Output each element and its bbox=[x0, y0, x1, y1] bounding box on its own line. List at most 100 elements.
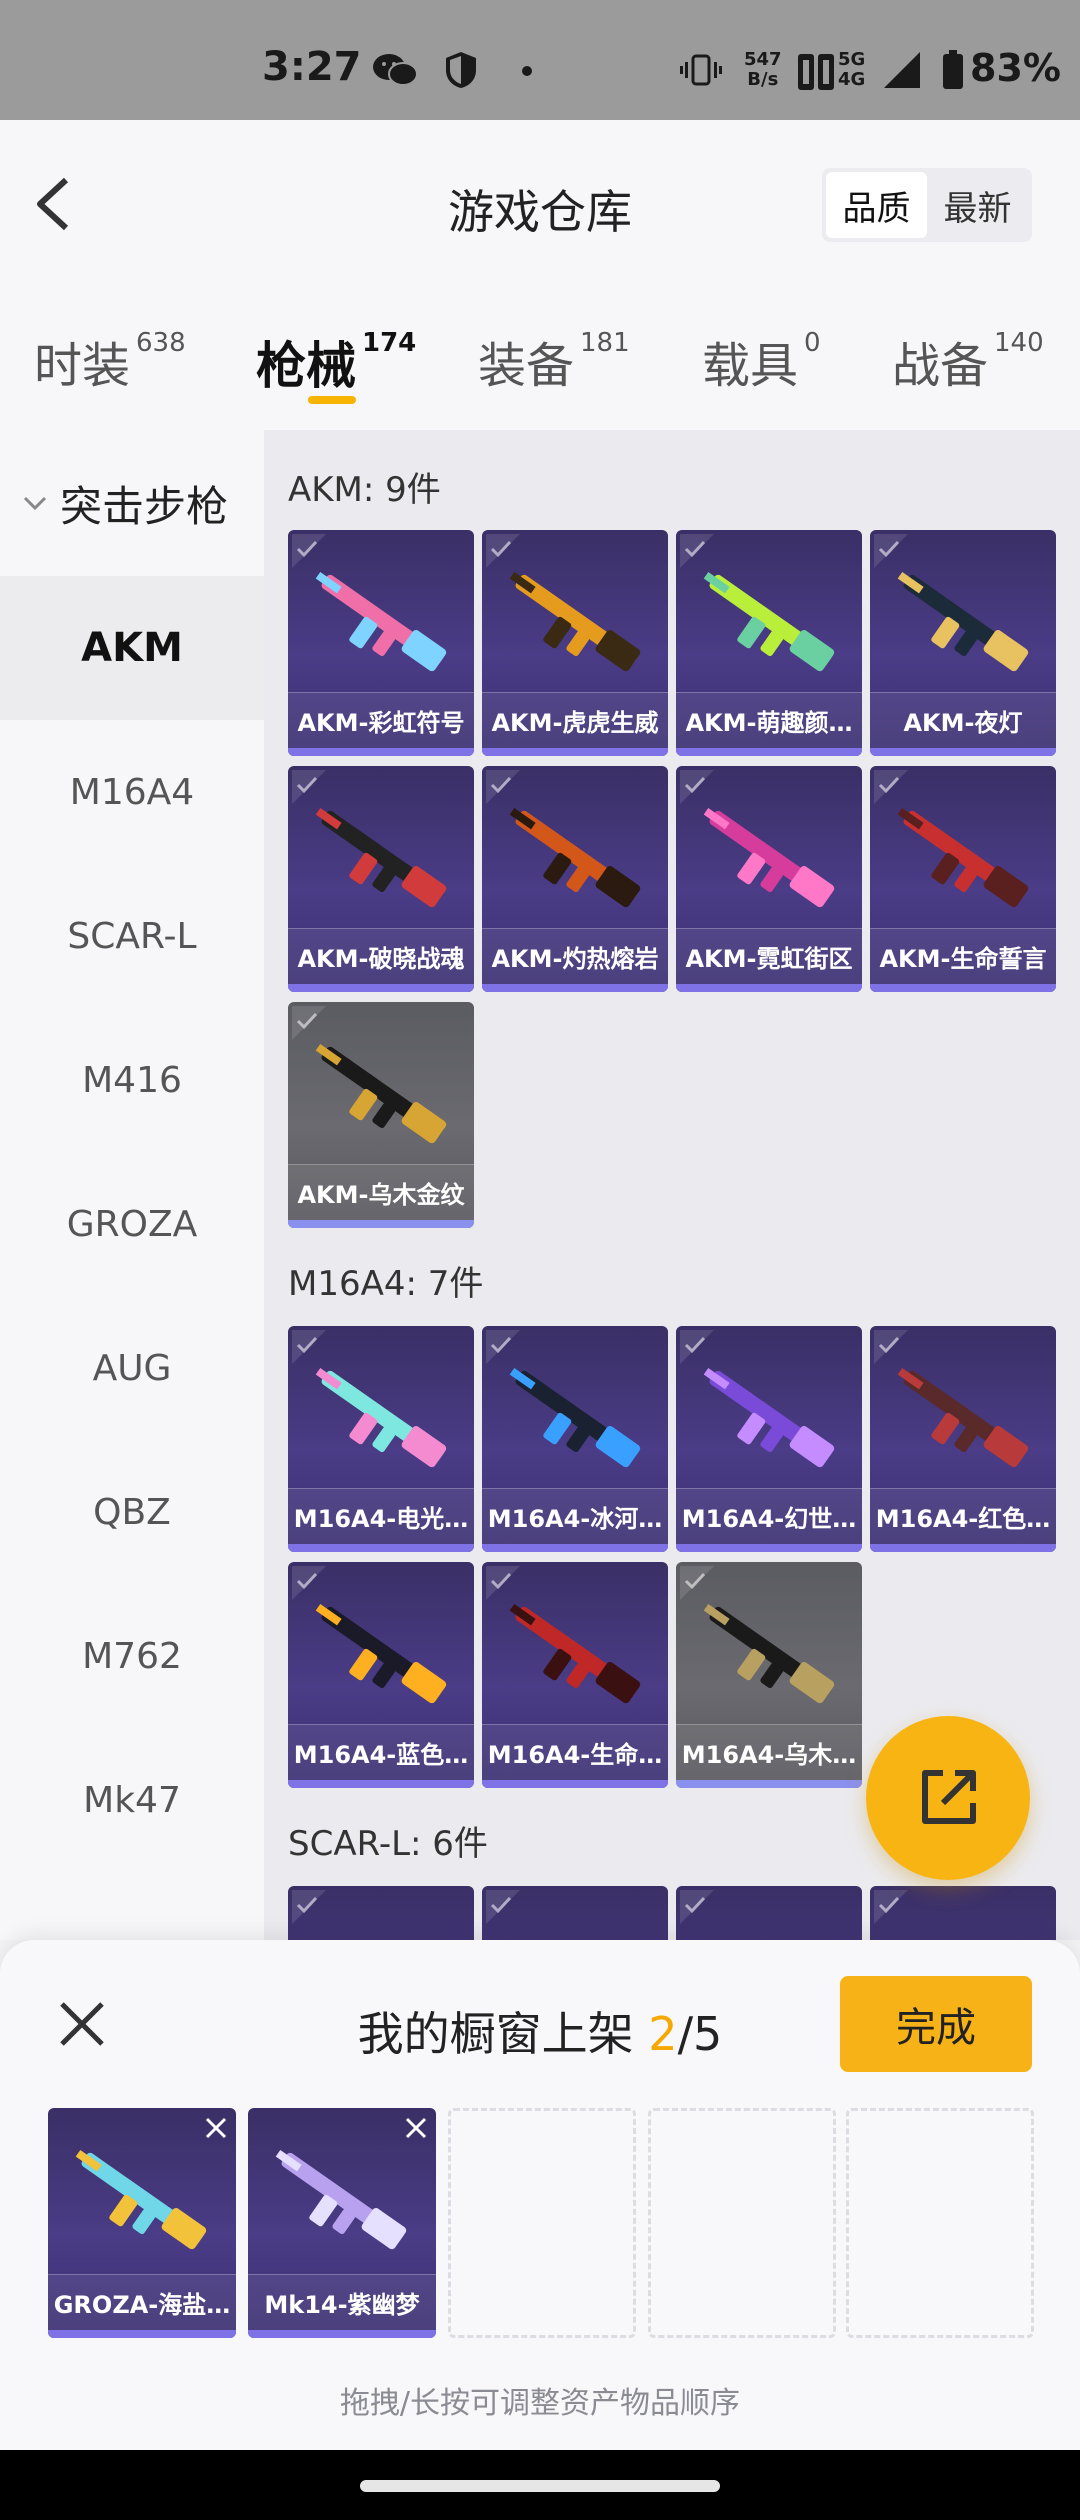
net-speed-value: 547 bbox=[744, 49, 782, 70]
skin-card[interactable]: M16A4-红色… bbox=[870, 1326, 1056, 1552]
skin-card[interactable] bbox=[288, 1886, 474, 1940]
select-check-icon[interactable] bbox=[292, 1890, 326, 1924]
sidebar-item-m16a4[interactable]: M16A4 bbox=[0, 720, 264, 864]
skin-card[interactable]: M16A4-冰河… bbox=[482, 1326, 668, 1552]
skin-name: AKM-生命誓言 bbox=[870, 928, 1056, 984]
hd-icon bbox=[798, 54, 834, 90]
gun-image bbox=[315, 571, 447, 672]
notification-dot bbox=[522, 66, 532, 76]
skin-card[interactable]: AKM-夜灯 bbox=[870, 530, 1056, 756]
network-top: 5G bbox=[838, 49, 866, 70]
skin-card[interactable]: AKM-虎虎生威 bbox=[482, 530, 668, 756]
showcase-title-text: 我的橱窗上架 bbox=[357, 2007, 634, 2061]
skin-card[interactable]: AKM-霓虹街区 bbox=[676, 766, 862, 992]
tab-count: 181 bbox=[580, 328, 630, 358]
skin-name: AKM-虎虎生威 bbox=[482, 692, 668, 748]
share-button[interactable] bbox=[866, 1716, 1030, 1880]
skin-card[interactable]: AKM-灼热熔岩 bbox=[482, 766, 668, 992]
section-title-m16a4: M16A4: 7件 bbox=[288, 1264, 484, 1304]
skin-card[interactable] bbox=[482, 1886, 668, 1940]
showcase-slot-name: GROZA-海盐… bbox=[48, 2274, 236, 2330]
network-bottom: 4G bbox=[838, 69, 866, 90]
gun-image bbox=[509, 1603, 641, 1704]
tab-label: 装备 bbox=[478, 338, 575, 394]
system-nav-bar bbox=[0, 2450, 1080, 2520]
skin-name: M16A4-冰河… bbox=[482, 1488, 668, 1544]
skin-card[interactable]: M16A4-乌木… bbox=[676, 1562, 862, 1788]
tab-guns[interactable]: 枪械 174 bbox=[256, 326, 416, 398]
gun-image bbox=[509, 571, 641, 672]
skin-card[interactable]: AKM-乌木金纹 bbox=[288, 1002, 474, 1228]
sidebar-group-label: 突击步枪 bbox=[60, 481, 229, 531]
showcase-slot-empty[interactable] bbox=[448, 2108, 636, 2338]
net-speed: 547 B/s bbox=[744, 50, 782, 90]
select-check-icon[interactable] bbox=[874, 1890, 908, 1924]
skin-name: M16A4-蓝色… bbox=[288, 1724, 474, 1780]
sidebar-item-scar-l[interactable]: SCAR-L bbox=[0, 864, 264, 1008]
showcase-slot-filled[interactable]: GROZA-海盐… bbox=[48, 2108, 236, 2338]
skin-name: AKM-夜灯 bbox=[870, 692, 1056, 748]
sort-toggle: 品质 最新 bbox=[822, 168, 1032, 242]
skin-card[interactable]: AKM-破晓战魂 bbox=[288, 766, 474, 992]
gun-image bbox=[703, 1603, 835, 1704]
gun-image bbox=[703, 807, 835, 908]
showcase-current-count: 2 bbox=[648, 2007, 678, 2061]
skin-card[interactable]: M16A4-蓝色… bbox=[288, 1562, 474, 1788]
tab-equipment[interactable]: 装备 181 bbox=[478, 326, 630, 396]
skin-card[interactable]: M16A4-幻世… bbox=[676, 1326, 862, 1552]
tab-label: 战备 bbox=[892, 338, 989, 394]
done-button[interactable]: 完成 bbox=[840, 1976, 1032, 2072]
skin-card[interactable]: AKM-生命誓言 bbox=[870, 766, 1056, 992]
gun-image bbox=[897, 1367, 1029, 1468]
skin-card[interactable]: AKM-彩虹符号 bbox=[288, 530, 474, 756]
sort-newest-button[interactable]: 最新 bbox=[927, 172, 1028, 238]
home-indicator[interactable] bbox=[360, 2480, 720, 2492]
gun-image bbox=[897, 571, 1029, 672]
showcase-slot-empty[interactable] bbox=[846, 2108, 1034, 2338]
gun-image bbox=[509, 807, 641, 908]
skin-card[interactable]: AKM-萌趣颜… bbox=[676, 530, 862, 756]
sidebar-group-assault-rifles[interactable]: 突击步枪 bbox=[0, 430, 264, 576]
tab-vehicles[interactable]: 载具 0 bbox=[702, 326, 821, 396]
sidebar-item-aug[interactable]: AUG bbox=[0, 1296, 264, 1440]
skin-card[interactable] bbox=[870, 1886, 1056, 1940]
skin-card[interactable]: M16A4-生命… bbox=[482, 1562, 668, 1788]
header: 游戏仓库 品质 最新 bbox=[0, 120, 1080, 290]
skin-name: AKM-霓虹街区 bbox=[676, 928, 862, 984]
skin-card[interactable] bbox=[676, 1886, 862, 1940]
section-title-scar-l: SCAR-L: 6件 bbox=[288, 1824, 488, 1864]
skin-name: M16A4-乌木… bbox=[676, 1724, 862, 1780]
sidebar-item-m416[interactable]: M416 bbox=[0, 1008, 264, 1152]
sidebar-item-groza[interactable]: GROZA bbox=[0, 1152, 264, 1296]
section-title-akm: AKM: 9件 bbox=[288, 470, 441, 510]
gun-image bbox=[315, 1043, 447, 1144]
sort-quality-button[interactable]: 品质 bbox=[826, 172, 927, 238]
gun-image bbox=[75, 2149, 207, 2250]
showcase-slot-empty[interactable] bbox=[648, 2108, 836, 2338]
network-type: 5G 4G bbox=[838, 50, 865, 90]
status-bar: 3:27 547 B/s 5G 4G 83% bbox=[0, 0, 1080, 120]
sidebar-item-m762[interactable]: M762 bbox=[0, 1584, 264, 1728]
gun-image bbox=[703, 1367, 835, 1468]
tab-count: 140 bbox=[994, 328, 1044, 358]
gun-image bbox=[315, 1367, 447, 1468]
showcase-total-count: /5 bbox=[677, 2007, 723, 2061]
remove-icon[interactable] bbox=[404, 2116, 428, 2140]
wechat-icon bbox=[373, 54, 418, 86]
showcase-slot-filled[interactable]: Mk14-紫幽梦 bbox=[248, 2108, 436, 2338]
tab-count: 0 bbox=[804, 328, 821, 358]
skin-card[interactable]: M16A4-电光… bbox=[288, 1326, 474, 1552]
reorder-hint: 拖拽/长按可调整资产物品顺序 bbox=[339, 2386, 741, 2421]
select-check-icon[interactable] bbox=[680, 1890, 714, 1924]
sidebar-item-qbz[interactable]: QBZ bbox=[0, 1440, 264, 1584]
sidebar-item-mk47[interactable]: Mk47 bbox=[0, 1728, 264, 1872]
tab-count: 174 bbox=[362, 328, 417, 358]
tab-fashion[interactable]: 时装 638 bbox=[34, 326, 186, 396]
shield-icon bbox=[446, 52, 476, 88]
tab-supplies[interactable]: 战备 140 bbox=[892, 326, 1044, 396]
select-check-icon[interactable] bbox=[486, 1890, 520, 1924]
showcase-sheet: 我的橱窗上架 2/5 完成 GROZA-海盐… Mk14-紫幽梦 拖拽/长按可调整… bbox=[0, 1940, 1080, 2450]
skin-name: AKM-灼热熔岩 bbox=[482, 928, 668, 984]
remove-icon[interactable] bbox=[204, 2116, 228, 2140]
sidebar-item-akm[interactable]: AKM bbox=[0, 576, 264, 720]
